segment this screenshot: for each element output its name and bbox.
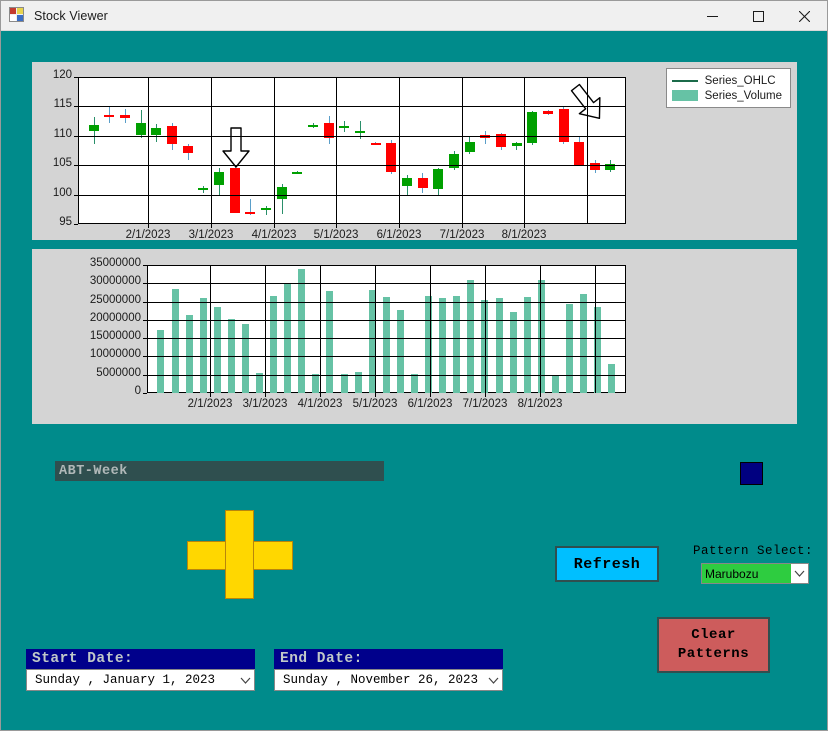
ohlc-y-tick-label: 115: [53, 98, 72, 110]
volume-bar: [608, 363, 615, 393]
legend-box-swatch-icon: [671, 90, 698, 101]
pattern-name-label: ABT-Week: [55, 461, 384, 481]
volume-bar: [270, 295, 277, 393]
volume-bar: [383, 296, 390, 393]
legend-item-volume: Series_Volume: [671, 88, 782, 103]
ohlc-x-tick-label: 6/1/2023: [376, 229, 422, 240]
legend-item-ohlc: Series_OHLC: [671, 73, 782, 88]
window-buttons: [689, 1, 827, 31]
clear-patterns-button[interactable]: Clear Patterns: [657, 617, 770, 673]
start-date-value: Sunday , January 1, 2023: [35, 673, 216, 687]
pattern-arrow-down-1: [221, 127, 251, 169]
clear-patterns-line2: Patterns: [677, 646, 750, 662]
volume-y-tick-label: 35000000: [89, 257, 141, 269]
volume-y-tick-label: 10000000: [89, 348, 141, 360]
ohlc-x-tick-label: 5/1/2023: [313, 229, 359, 240]
volume-y-tick-label: 0: [134, 385, 141, 397]
chevron-down-icon[interactable]: [791, 564, 808, 583]
volume-x-tick-label: 8/1/2023: [517, 398, 563, 410]
volume-bar: [496, 297, 503, 393]
ohlc-chart[interactable]: 95 100 105 110 115 120 2/1/2023 3/1/2023 4/1/20…: [32, 62, 797, 240]
volume-bar: [580, 294, 587, 393]
end-date-group: End Date: Sunday , November 26, 2023: [274, 649, 503, 691]
application-window: Stock Viewer 95 100 105 110 115 120 2/1/2023 3…: [0, 0, 828, 731]
window-title: Stock Viewer: [34, 8, 108, 23]
end-date-picker[interactable]: Sunday , November 26, 2023: [274, 669, 503, 691]
volume-bar: [312, 373, 319, 393]
legend-line-swatch-icon: [671, 79, 698, 82]
chevron-down-icon[interactable]: [236, 677, 254, 684]
title-bar: Stock Viewer: [1, 1, 827, 31]
end-date-value: Sunday , November 26, 2023: [283, 673, 479, 687]
clear-patterns-line1: Clear: [691, 627, 736, 644]
volume-bar: [397, 309, 404, 393]
start-date-group: Start Date: Sunday , January 1, 2023: [26, 649, 255, 691]
start-date-picker[interactable]: Sunday , January 1, 2023: [26, 669, 255, 691]
ohlc-y-tick-label: 100: [52, 187, 72, 199]
end-date-title: End Date:: [274, 649, 503, 669]
volume-y-tick-label: 15000000: [89, 330, 141, 342]
chevron-down-icon[interactable]: [484, 677, 502, 684]
volume-bar: [566, 304, 573, 393]
volume-bar: [242, 323, 249, 393]
volume-bar: [524, 296, 531, 393]
ohlc-y-tick-label: 105: [52, 157, 72, 169]
volume-bar: [439, 297, 446, 393]
minimize-icon[interactable]: [689, 1, 735, 31]
ohlc-x-tick-label: 7/1/2023: [439, 229, 485, 240]
volume-bar: [552, 376, 559, 393]
ohlc-y-tick-label: 110: [53, 128, 72, 140]
volume-bar: [411, 373, 418, 393]
volume-bar: [186, 315, 193, 393]
volume-bar: [341, 374, 348, 393]
volume-y-tick-label: 25000000: [89, 294, 141, 306]
start-date-title: Start Date:: [26, 649, 255, 669]
refresh-button[interactable]: Refresh: [555, 546, 659, 582]
pattern-select-combobox[interactable]: Marubozu: [701, 563, 809, 584]
pattern-select-label: Pattern Select:: [693, 544, 814, 558]
volume-y-tick-label: 5000000: [96, 367, 141, 379]
ohlc-x-tick-label: 4/1/2023: [251, 229, 297, 240]
volume-bar: [200, 297, 207, 393]
cross-marker-shape: [187, 510, 293, 599]
ohlc-x-tick-label: 2/1/2023: [125, 229, 171, 240]
ohlc-x-tick-label: 8/1/2023: [501, 229, 547, 240]
volume-bar: [510, 311, 517, 393]
maximize-icon[interactable]: [735, 1, 781, 31]
volume-y-tick-label: 30000000: [89, 275, 141, 287]
app-window-icon: [9, 6, 26, 24]
ohlc-x-tick-label: 3/1/2023: [188, 229, 234, 240]
pattern-select-value: Marubozu: [702, 564, 791, 583]
volume-y-tick-label: 20000000: [89, 312, 141, 324]
volume-chart[interactable]: 0 5000000 10000000 15000000 20000000 25000000…: [32, 249, 797, 424]
ohlc-y-tick-label: 120: [52, 69, 72, 81]
volume-bar: [453, 296, 460, 393]
ohlc-y-tick-label: 95: [59, 216, 72, 228]
volume-bar: [172, 289, 179, 393]
legend-label-ohlc: Series_OHLC: [704, 74, 776, 87]
color-swatch-box[interactable]: [740, 462, 763, 485]
volume-bar: [157, 329, 164, 393]
volume-bar: [467, 280, 474, 393]
legend-label-volume: Series_Volume: [704, 89, 782, 102]
chart-legend: Series_OHLC Series_Volume: [665, 68, 791, 108]
close-icon[interactable]: [781, 1, 827, 31]
volume-bar: [326, 291, 333, 393]
